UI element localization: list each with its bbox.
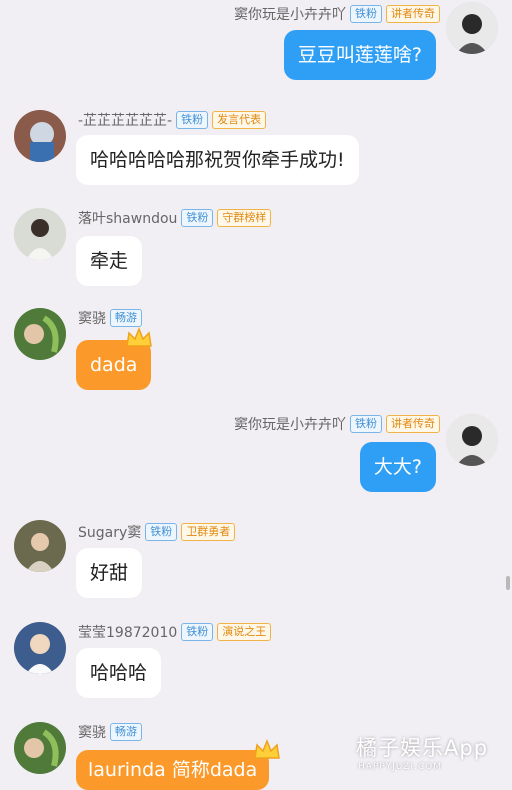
sender-name[interactable]: 窦骁 <box>78 722 106 742</box>
avatar[interactable] <box>14 520 66 572</box>
scrollbar-thumb[interactable] <box>506 576 510 590</box>
fan-badge: 铁粉 <box>350 415 382 433</box>
sender-name[interactable]: 窦你玩是小卉卉吖 <box>234 4 346 24</box>
message-bubble[interactable]: laurinda 简称dada <box>76 750 270 790</box>
chat-message: 窦骁 畅游 dada <box>0 306 512 391</box>
watermark: 橘子娱乐App HAPPYJUZI.COM <box>356 732 506 772</box>
chat-message: 落叶shawndou 铁粉 守群榜样 牵走 <box>0 206 512 291</box>
chat-message: 窦你玩是小卉卉吖 铁粉 讲者传奇 豆豆叫莲莲啥? <box>0 0 512 90</box>
title-badge: 演说之王 <box>217 623 272 641</box>
avatar[interactable] <box>446 414 498 466</box>
avatar[interactable] <box>446 2 498 54</box>
title-badge: 讲者传奇 <box>386 5 440 23</box>
avatar[interactable] <box>14 722 66 774</box>
fan-badge: 铁粉 <box>176 111 209 129</box>
title-badge: 发言代表 <box>212 111 267 129</box>
message-bubble[interactable]: 牵走 <box>76 236 143 286</box>
fan-badge: 铁粉 <box>145 523 178 541</box>
sender-meta: -芷芷芷芷芷芷- 铁粉 发言代表 <box>78 110 267 130</box>
chat-message: Sugary窦 铁粉 卫群勇者 好甜 <box>0 518 512 603</box>
sender-meta: 窦骁 畅游 <box>78 308 142 328</box>
title-badge: 守群榜样 <box>217 209 272 227</box>
fan-badge: 铁粉 <box>181 623 214 641</box>
message-bubble[interactable]: 哈哈哈 <box>76 648 162 698</box>
sender-meta: 莹莹19872010 铁粉 演说之王 <box>78 622 272 642</box>
message-bubble[interactable]: 哈哈哈哈哈那祝贺你牵手成功! <box>76 135 359 185</box>
watermark-url: HAPPYJUZI.COM <box>358 762 442 772</box>
sender-meta: 窦骁 畅游 <box>78 722 142 742</box>
sender-name[interactable]: 窦骁 <box>78 308 106 328</box>
sender-name[interactable]: 窦你玩是小卉卉吖 <box>234 414 346 434</box>
sender-name[interactable]: -芷芷芷芷芷芷- <box>78 110 172 130</box>
message-bubble[interactable]: 大大? <box>359 442 436 492</box>
avatar[interactable] <box>14 622 66 674</box>
message-bubble[interactable]: 豆豆叫莲莲啥? <box>283 30 436 80</box>
chat-message: -芷芷芷芷芷芷- 铁粉 发言代表 哈哈哈哈哈那祝贺你牵手成功! <box>0 108 512 193</box>
title-badge: 讲者传奇 <box>386 415 440 433</box>
sender-meta: 窦你玩是小卉卉吖 铁粉 讲者传奇 <box>234 414 440 434</box>
message-bubble[interactable]: 好甜 <box>76 548 143 598</box>
chat-message: 窦你玩是小卉卉吖 铁粉 讲者传奇 大大? <box>0 410 512 500</box>
fan-badge: 畅游 <box>110 723 142 741</box>
sender-meta: 窦你玩是小卉卉吖 铁粉 讲者传奇 <box>234 4 440 24</box>
avatar[interactable] <box>14 208 66 260</box>
avatar[interactable] <box>14 308 66 360</box>
sender-name[interactable]: 落叶shawndou <box>78 208 177 228</box>
avatar[interactable] <box>14 110 66 162</box>
chat-message: 莹莹19872010 铁粉 演说之王 哈哈哈 <box>0 620 512 705</box>
sender-name[interactable]: 莹莹19872010 <box>78 622 177 642</box>
watermark-title: 橘子娱乐App <box>356 736 489 760</box>
title-badge: 卫群勇者 <box>181 523 236 541</box>
crown-icon <box>254 738 280 759</box>
fan-badge: 铁粉 <box>181 209 214 227</box>
crown-icon <box>126 326 152 347</box>
sender-meta: Sugary窦 铁粉 卫群勇者 <box>78 522 236 542</box>
fan-badge: 铁粉 <box>350 5 382 23</box>
sender-name[interactable]: Sugary窦 <box>78 522 141 542</box>
sender-meta: 落叶shawndou 铁粉 守群榜样 <box>78 208 272 228</box>
fan-badge: 畅游 <box>110 309 142 327</box>
